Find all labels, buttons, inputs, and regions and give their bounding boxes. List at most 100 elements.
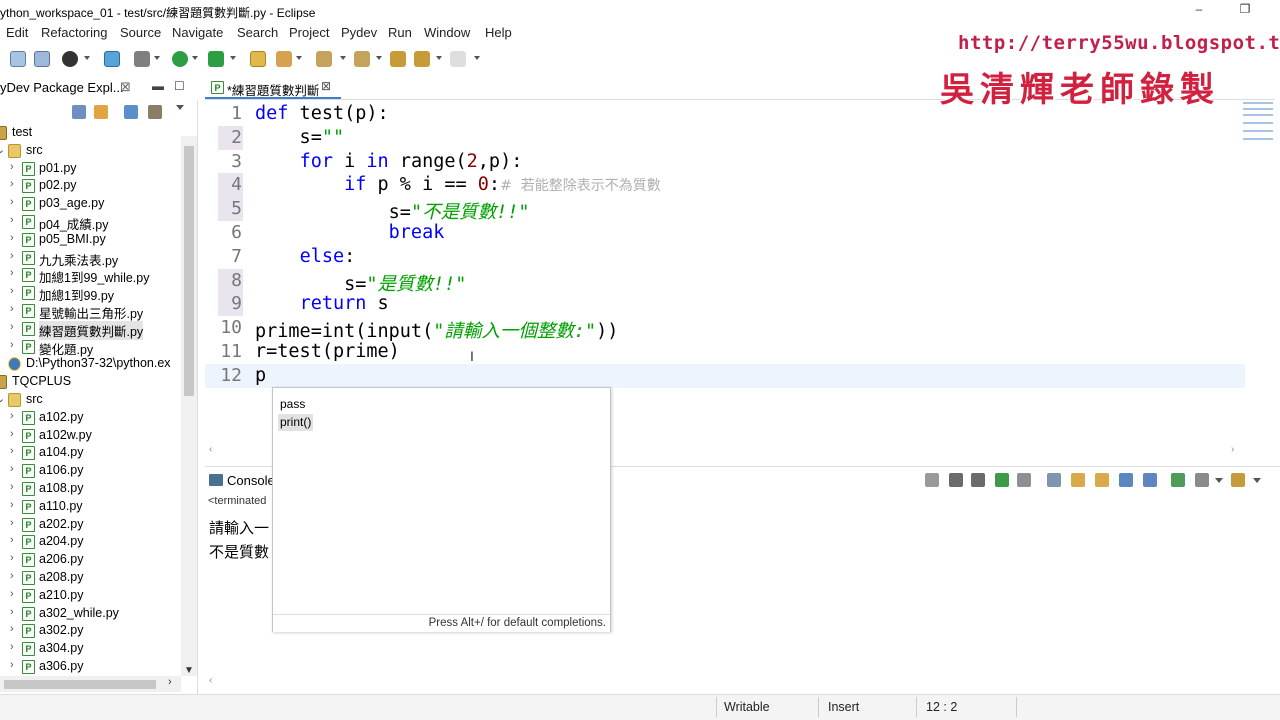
chevron-down-icon[interactable] [296,56,302,60]
explorer-horizontal-scrollbar[interactable]: › [0,676,181,692]
tree-item[interactable]: › Pa302.py [0,622,181,640]
remove-launch-icon[interactable] [949,473,963,487]
code-line[interactable]: 7 else: [205,245,1245,269]
open-folder-icon[interactable] [250,51,266,67]
chevron-right-icon[interactable]: › [10,267,14,279]
tree-item[interactable]: › P 星號輸出三角形.py [0,302,181,321]
tree-item[interactable]: ›D:\Python37-32\python.ex [0,355,181,373]
chevron-left-icon[interactable]: ‹ [209,675,212,686]
collapse-all-icon[interactable] [72,105,86,119]
pin-console-icon[interactable] [1143,473,1157,487]
tree-item[interactable]: › Pp02.py [0,177,181,195]
code-line[interactable]: 4 if p % i == 0:# 若能整除表示不為質數 [205,173,1245,198]
tree-item[interactable]: ⌄ src [0,142,181,160]
show-on-error-icon[interactable] [1119,473,1133,487]
tree-item[interactable]: › Pa110.py [0,498,181,516]
chevron-right-icon[interactable]: › [10,552,14,564]
menu-window[interactable]: Window [424,25,470,40]
chevron-down-icon[interactable] [154,56,160,60]
tree-item[interactable]: › P 加總1到99.py [0,284,181,303]
filter-icon[interactable] [124,105,138,119]
stop-icon[interactable] [925,473,939,487]
completion-item-print[interactable]: print() [278,414,314,431]
back-icon[interactable] [414,51,430,67]
chevron-down-icon[interactable] [230,56,236,60]
chevron-down-icon[interactable]: ⌄ [0,392,5,405]
view-menu-icon[interactable] [176,105,184,110]
chevron-down-icon[interactable] [1253,478,1261,483]
close-icon[interactable]: ⊠ [120,79,131,95]
code-line[interactable]: 9 return s [205,292,1245,317]
chevron-right-icon[interactable]: › [10,232,14,244]
last-edit-icon[interactable] [390,51,406,67]
chevron-right-icon[interactable]: › [10,321,14,333]
close-icon[interactable]: ⊠ [321,79,331,93]
previous-annotation-icon[interactable] [354,51,370,67]
scroll-lock-icon[interactable] [1047,473,1061,487]
chevron-right-icon[interactable]: › [10,517,14,529]
scroll-thumb[interactable] [184,146,194,396]
code-line[interactable]: 2 s="" [205,125,1245,150]
chevron-down-icon[interactable] [84,56,90,60]
tree-item[interactable]: › Pa104.py [0,444,181,462]
focus-icon[interactable] [148,105,162,119]
tree-item[interactable]: › Pa102.py [0,409,181,427]
menu-refactoring[interactable]: Refactoring [41,25,107,40]
save-icon[interactable] [34,51,50,67]
menu-search[interactable]: Search [237,25,278,40]
open-console-icon[interactable] [1195,473,1209,487]
chevron-right-icon[interactable]: › [1231,444,1234,455]
completion-item-pass[interactable]: pass [278,396,307,413]
chevron-down-icon[interactable]: ▼ [184,665,194,676]
scroll-thumb[interactable] [4,680,156,689]
tree-item[interactable]: › P 練習題質數判斷.py [0,320,181,340]
menu-edit[interactable]: Edit [6,25,28,40]
chevron-right-icon[interactable]: › [10,641,14,653]
code-line[interactable]: 10 prime=int(input("請輸入一個整數:")) [205,316,1245,342]
chevron-down-icon[interactable] [340,56,346,60]
chevron-right-icon[interactable]: › [168,676,172,688]
code-line[interactable]: 12 p [205,363,1245,388]
tree-item[interactable]: › Pp03_age.py [0,195,181,213]
tree-item[interactable]: › P 加總1到99_while.py [0,266,181,285]
explorer-tab[interactable]: yDev Package Expl... ⊠ ▬ ☐ [0,76,198,100]
code-line[interactable]: 5 s="不是質數!!" [205,197,1245,223]
debug-icon[interactable] [62,51,78,67]
chevron-right-icon[interactable]: › [10,250,14,262]
overview-ruler[interactable] [1238,100,1280,450]
chevron-down-icon[interactable] [192,56,198,60]
tree-item[interactable]: › Pa204.py [0,533,181,551]
chevron-right-icon[interactable]: › [10,534,14,546]
tree-item[interactable]: › Pa102w.py [0,427,181,445]
menu-navigate[interactable]: Navigate [172,25,223,40]
explorer-vertical-scrollbar[interactable]: ▼ [181,136,197,676]
chevron-right-icon[interactable]: › [10,428,14,440]
code-line[interactable]: 6 break [205,221,1245,245]
code-line[interactable]: 11 r=test(prime) [205,340,1245,364]
menu-help[interactable]: Help [485,25,512,40]
tree-item[interactable]: ⌄ src [0,391,181,409]
tree-item[interactable]: › P 九九乘法表.py [0,249,181,268]
chevron-right-icon[interactable]: › [10,303,14,315]
tree-item[interactable]: › Pa210.py [0,587,181,605]
minimize-button[interactable]: – [1190,2,1208,20]
chevron-right-icon[interactable]: › [10,659,14,671]
link-editor-icon[interactable] [94,105,108,119]
tree-item[interactable]: › Pa306.py [0,658,181,676]
chevron-right-icon[interactable]: › [10,410,14,422]
maximize-icon[interactable]: ☐ [174,79,185,93]
tree-item[interactable]: › Pa202.py [0,516,181,534]
remove-all-icon[interactable] [971,473,985,487]
chevron-right-icon[interactable]: › [10,463,14,475]
maximize-button[interactable]: ❐ [1236,2,1254,20]
tree-item[interactable]: ⌄test [0,124,181,142]
chevron-right-icon[interactable]: › [10,499,14,511]
chevron-down-icon[interactable] [376,56,382,60]
run-icon[interactable] [172,51,188,67]
chevron-right-icon[interactable]: › [10,445,14,457]
menu-pydev[interactable]: Pydev [341,25,377,40]
clear-console-icon[interactable] [1017,473,1031,487]
tree-item[interactable]: › Pa106.py [0,462,181,480]
tree-item[interactable]: ⌄TQCPLUS [0,373,181,391]
chevron-left-icon[interactable]: ‹ [209,444,212,455]
